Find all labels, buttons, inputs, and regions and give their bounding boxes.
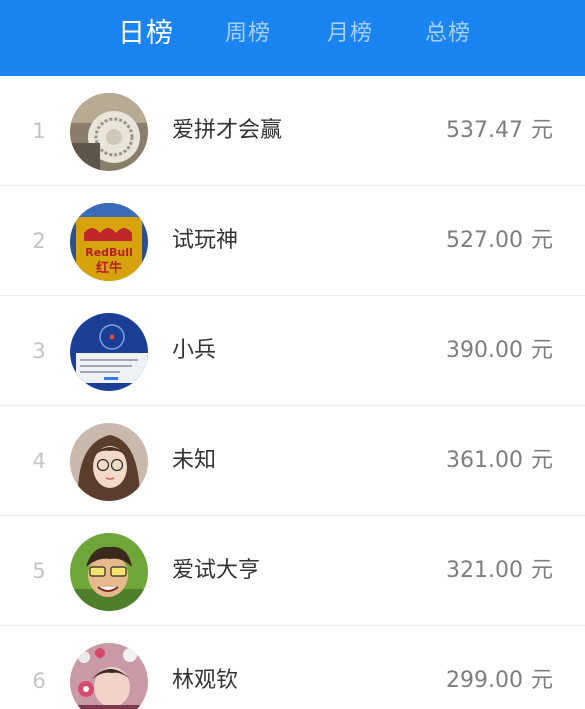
earnings-amount: 361.00 元 (446, 406, 553, 516)
amount-value: 361.00 (446, 448, 523, 473)
rank-number: 1 (32, 119, 46, 143)
amount-value: 321.00 (446, 558, 523, 583)
ranking-row[interactable]: 2 RedBull 红牛 试玩神 527.00 元 (0, 186, 585, 296)
avatar (70, 93, 148, 171)
leaderboard-screen: 日榜 周榜 月榜 总榜 1 爱拼才会赢 537.47 元 2 RedBull 红… (0, 0, 585, 709)
tab-daily[interactable]: 日榜 (118, 0, 174, 76)
amount-unit: 元 (530, 668, 553, 693)
amount-unit: 元 (530, 228, 553, 253)
amount-unit: 元 (530, 448, 553, 473)
rank-number: 3 (32, 339, 46, 363)
avatar (70, 533, 148, 611)
rank-number: 6 (32, 669, 46, 693)
avatar-text-line2: 红牛 (96, 260, 122, 276)
earnings-amount: 390.00 元 (446, 296, 553, 406)
user-name: 爱拼才会赢 (172, 118, 283, 143)
ranking-row[interactable]: 3 小兵 390.00 元 (0, 296, 585, 406)
user-name: 爱试大亨 (172, 558, 261, 583)
rank-number: 2 (32, 229, 46, 253)
earnings-amount: 299.00 元 (446, 626, 553, 709)
ranking-list: 1 爱拼才会赢 537.47 元 2 RedBull 红牛 试玩神 527.00… (0, 76, 585, 709)
earnings-amount: 537.47 元 (446, 76, 553, 186)
ranking-row[interactable]: 6 林观钦 299.00 元 (0, 626, 585, 709)
tab-weekly[interactable]: 周榜 (225, 0, 271, 76)
amount-value: 390.00 (446, 338, 523, 363)
rank-number: 4 (32, 449, 46, 473)
earnings-amount: 321.00 元 (446, 516, 553, 626)
tab-monthly[interactable]: 月榜 (327, 0, 373, 76)
amount-value: 527.00 (446, 228, 523, 253)
amount-value: 537.47 (446, 118, 523, 143)
earnings-amount: 527.00 元 (446, 186, 553, 296)
avatar (70, 643, 148, 709)
rank-number: 5 (32, 559, 46, 583)
user-name: 小兵 (172, 338, 217, 363)
amount-value: 299.00 (446, 668, 523, 693)
period-tab-bar: 日榜 周榜 月榜 总榜 (0, 0, 585, 76)
amount-unit: 元 (530, 118, 553, 143)
ranking-row[interactable]: 4 未知 361.00 元 (0, 406, 585, 516)
ranking-row[interactable]: 5 爱试大亨 321.00 元 (0, 516, 585, 626)
user-name: 林观钦 (172, 668, 239, 693)
amount-unit: 元 (530, 338, 553, 363)
avatar (70, 423, 148, 501)
user-name: 试玩神 (172, 228, 239, 253)
avatar (70, 313, 148, 391)
avatar: RedBull 红牛 (70, 203, 148, 281)
user-name: 未知 (172, 448, 217, 473)
tab-total[interactable]: 总榜 (425, 0, 471, 76)
amount-unit: 元 (530, 558, 553, 583)
ranking-row[interactable]: 1 爱拼才会赢 537.47 元 (0, 76, 585, 186)
avatar-text-line1: RedBull (85, 246, 133, 259)
